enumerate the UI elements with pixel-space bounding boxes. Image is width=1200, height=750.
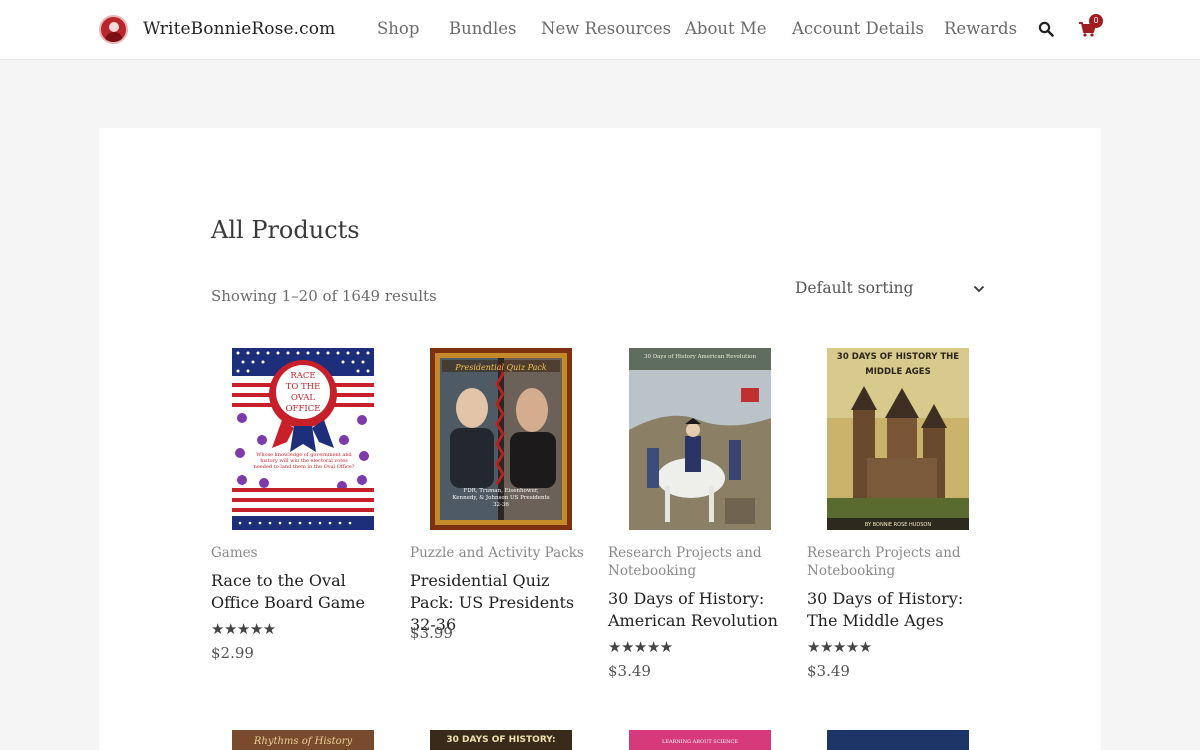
search-icon[interactable]: [1038, 21, 1054, 37]
product-name[interactable]: 30 Days of History: The Middle Ages: [807, 588, 992, 632]
product-price: $3.49: [807, 662, 850, 680]
site-header: WriteBonnieRose.com Shop Bundles New Res…: [0, 0, 1200, 60]
product-image[interactable]: Rhythms of History: [232, 730, 374, 750]
cover-title: 30 Days of History American Revolution: [644, 354, 756, 360]
product-image[interactable]: Presidential Quiz Pack FDR, Truman, Eise…: [430, 348, 572, 530]
product-image[interactable]: 30 DAYS OF HISTORY THE MIDDLE AGES BY BO…: [827, 348, 969, 530]
cover-text: TO THE: [286, 382, 321, 392]
nav-item-shop[interactable]: Shop: [377, 19, 419, 38]
nav-item-bundles[interactable]: Bundles: [449, 19, 516, 38]
cover-caption: BY BONNIE ROSE HUDSON: [865, 522, 931, 528]
product-image[interactable]: RACE TO THE OVAL OFFICE Whose knowledge …: [232, 348, 374, 530]
cover-title: 30 DAYS OF HISTORY:: [446, 735, 556, 745]
product-image[interactable]: [827, 730, 969, 750]
product-category[interactable]: Puzzle and Activity Packs: [410, 544, 590, 562]
cover-title: Rhythms of History: [253, 736, 353, 747]
product-image[interactable]: LEARNING ABOUT SCIENCE: [629, 730, 771, 750]
page-title: All Products: [211, 216, 360, 244]
product-name[interactable]: 30 Days of History: American Revolution: [608, 588, 793, 632]
star-rating: ★★★★★: [211, 620, 276, 638]
cover-caption: FDR, Truman, Eisenhower, Kennedy, & John…: [452, 488, 550, 508]
product-category[interactable]: Games: [211, 544, 391, 562]
nav-item-about-me[interactable]: About Me: [685, 19, 767, 38]
result-count: Showing 1–20 of 1649 results: [211, 287, 437, 305]
cover-title: Presidential Quiz Pack: [454, 363, 547, 372]
cover-text: OVAL: [291, 393, 316, 403]
cover-text: OFFICE: [286, 404, 321, 414]
nav-item-rewards[interactable]: Rewards: [944, 19, 1017, 38]
cover-caption: Whose knowledge of government and histor…: [253, 452, 355, 470]
product-image[interactable]: 30 Days of History American Revolution: [629, 348, 771, 530]
cover-title: 30 DAYS OF HISTORY THE MIDDLE AGES: [836, 352, 960, 377]
sort-select[interactable]: Default sorting: [795, 279, 990, 301]
main-nav: Shop Bundles New Resources About Me Acco…: [0, 19, 1200, 41]
cover-title: LEARNING ABOUT SCIENCE: [662, 739, 738, 745]
product-category[interactable]: Research Projects and Notebooking: [608, 544, 788, 580]
cover-text: RACE: [290, 371, 315, 381]
product-price: $3.99: [410, 624, 453, 642]
product-category[interactable]: Research Projects and Notebooking: [807, 544, 987, 580]
cart-count-badge: 0: [1089, 14, 1103, 28]
product-image[interactable]: 30 DAYS OF HISTORY:: [430, 730, 572, 750]
chevron-down-icon: [973, 285, 985, 293]
sort-selected-value: Default sorting: [795, 279, 914, 297]
nav-item-account-details[interactable]: Account Details: [792, 19, 924, 38]
nav-item-new-resources[interactable]: New Resources: [541, 19, 671, 38]
product-price: $3.49: [608, 662, 651, 680]
star-rating: ★★★★★: [608, 638, 673, 656]
star-rating: ★★★★★: [807, 638, 872, 656]
product-name[interactable]: Race to the Oval Office Board Game: [211, 570, 396, 614]
product-price: $2.99: [211, 644, 254, 662]
